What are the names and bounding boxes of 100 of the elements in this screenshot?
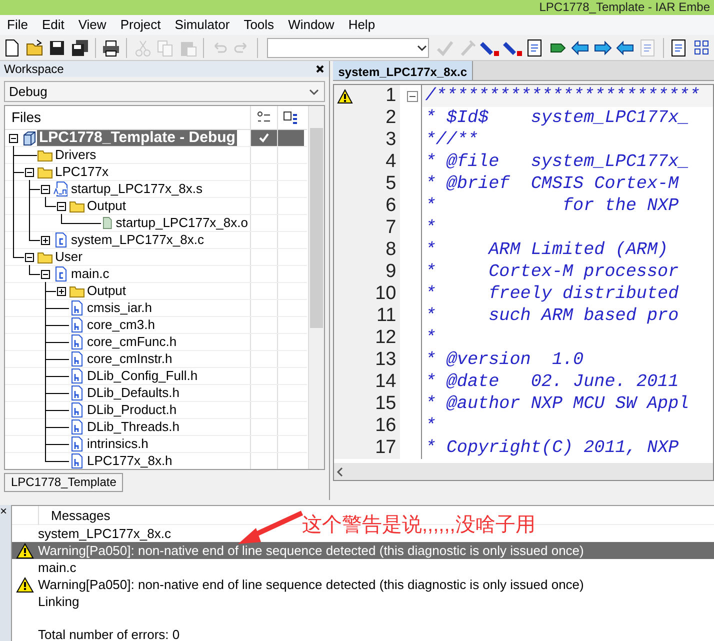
h-file-icon xyxy=(69,317,85,333)
line-number: 4 xyxy=(384,150,396,174)
line-number: 7 xyxy=(384,216,396,240)
tree-item[interactable]: DLib_Defaults.h xyxy=(85,385,182,401)
line-number: 16 xyxy=(374,414,396,438)
h-file-icon xyxy=(69,300,85,316)
line-number: 5 xyxy=(384,172,396,196)
tree-item[interactable]: startup_LPC177x_8x.s xyxy=(69,181,205,197)
line-number: 12 xyxy=(374,326,396,350)
menu-item[interactable]: File xyxy=(0,15,35,35)
code-line: *//** xyxy=(424,129,480,151)
object-file-icon xyxy=(101,215,114,231)
tree-item[interactable]: main.c xyxy=(69,266,112,282)
tree-item[interactable]: Drivers xyxy=(53,147,98,163)
column-header[interactable]: Messages xyxy=(38,506,110,525)
collapse-icon[interactable] xyxy=(40,270,50,278)
close-icon[interactable] xyxy=(315,64,325,74)
code-line: * @date 02. June. 2011 xyxy=(424,371,680,393)
menu-item[interactable]: View xyxy=(71,15,114,35)
line-number: 10 xyxy=(374,282,396,306)
panel-title: Workspace xyxy=(4,61,64,77)
collapse-icon[interactable] xyxy=(24,168,34,176)
code-line: * freely distributed xyxy=(424,283,680,305)
close-button[interactable]: × xyxy=(0,504,8,518)
h-file-icon xyxy=(69,385,85,401)
editor-tab[interactable]: system_LPC177x_8x.c xyxy=(333,61,474,80)
asm-file-icon xyxy=(53,181,69,197)
tree-item[interactable]: DLib_Config_Full.h xyxy=(85,368,200,384)
menu-item[interactable]: Tools xyxy=(236,15,282,35)
code-line: * @brief CMSIS Cortex-M xyxy=(424,173,680,195)
scrollbar[interactable] xyxy=(334,463,713,480)
h-file-icon xyxy=(69,436,85,452)
warning-icon xyxy=(16,576,34,592)
column-header[interactable]: Files xyxy=(12,107,42,128)
tree-item[interactable]: cmsis_iar.h xyxy=(85,300,154,316)
c-file-icon xyxy=(53,266,69,282)
collapse-icon[interactable] xyxy=(24,252,34,262)
message-row[interactable]: Warning[Pa050]: non-native end of line sequence detected (this diagnostic is only issued once) xyxy=(12,542,714,559)
message-row[interactable]: Warning[Pa050]: non-native end of line sequence detected (this diagnostic is only issued once) xyxy=(12,576,584,593)
list-icon[interactable] xyxy=(283,110,299,124)
save-all-icon[interactable] xyxy=(70,38,90,58)
collapse-icon[interactable] xyxy=(56,202,66,210)
code-line: * xyxy=(424,415,437,437)
open-folder-icon[interactable] xyxy=(24,38,45,58)
line-number: 9 xyxy=(384,260,396,284)
window-title: LPC1778_Template - IAR Embe xyxy=(539,0,710,15)
tree-item[interactable]: User xyxy=(53,249,84,265)
scrollbar[interactable] xyxy=(308,106,324,469)
project-cube-icon xyxy=(21,130,37,146)
options-icon[interactable] xyxy=(256,110,272,124)
code-line: * @file system_LPC177x_ xyxy=(424,151,690,173)
line-number: 2 xyxy=(384,106,396,130)
annotation-text: 这个警告是说,,,,,,没啥子用 xyxy=(302,513,536,537)
printer-icon[interactable] xyxy=(101,38,122,58)
expand-icon[interactable] xyxy=(40,236,50,244)
tree-item[interactable]: core_cmInstr.h xyxy=(85,351,174,367)
line-number: 17 xyxy=(374,436,396,460)
tree-item[interactable]: LPC177x xyxy=(53,164,110,180)
tree-item[interactable]: core_cmFunc.h xyxy=(85,334,179,350)
menu-item[interactable]: Simulator xyxy=(168,15,237,35)
tree-item[interactable]: system_LPC177x_8x.c xyxy=(69,232,206,248)
code-line: * Cortex-M processor xyxy=(424,261,680,283)
tree-item[interactable]: DLib_Threads.h xyxy=(85,419,182,435)
h-file-icon xyxy=(69,419,85,435)
code-line: * xyxy=(424,327,437,349)
panel-tab[interactable]: LPC1778_Template xyxy=(4,473,124,492)
h-file-icon xyxy=(69,334,85,350)
menu-item[interactable]: Help xyxy=(341,15,382,35)
code-line: * ARM Limited (ARM) xyxy=(424,239,670,261)
code-line: * @author NXP MCU SW Appl xyxy=(424,393,690,415)
message-row[interactable]: Total number of errors: 0 xyxy=(12,626,180,641)
tree-item[interactable]: intrinsics.h xyxy=(85,436,150,452)
code-line: * $Id$ system_LPC177x_ xyxy=(424,107,690,129)
menu-item[interactable]: Edit xyxy=(34,15,72,35)
code-line: * for the NXP xyxy=(424,195,680,217)
tree-item[interactable]: Output xyxy=(85,283,128,299)
tree-item[interactable]: startup_LPC177x_8x.o xyxy=(114,215,250,231)
code-line: * @version 1.0 xyxy=(424,349,585,371)
tree-item[interactable]: Output xyxy=(85,198,128,214)
fold-icon[interactable] xyxy=(407,90,418,102)
message-row[interactable]: Linking xyxy=(12,593,80,610)
warning-icon xyxy=(16,542,34,558)
menu-item[interactable]: Window xyxy=(281,15,342,35)
line-number: 8 xyxy=(384,238,396,262)
checkmark-icon[interactable] xyxy=(258,132,270,144)
line-number: 3 xyxy=(384,128,396,152)
tree-item[interactable]: LPC177x_8x.h xyxy=(85,453,174,469)
tree-item[interactable]: DLib_Product.h xyxy=(85,402,179,418)
line-number: 1 xyxy=(384,85,396,108)
h-file-icon xyxy=(69,402,85,418)
tree-item[interactable]: core_cm3.h xyxy=(85,317,157,333)
collapse-icon[interactable] xyxy=(40,184,50,194)
expand-icon[interactable] xyxy=(56,286,66,296)
message-row[interactable]: main.c xyxy=(12,559,76,576)
collapse-icon[interactable] xyxy=(8,134,18,142)
menu-item[interactable]: Project xyxy=(113,15,168,35)
configuration-dropdown[interactable]: Debug xyxy=(4,81,325,102)
code-line: * Copyright(C) 2011, NXP xyxy=(424,437,680,459)
message-row[interactable]: system_LPC177x_8x.c xyxy=(12,525,171,542)
tree-item[interactable]: LPC1778_Template - Debug xyxy=(37,130,238,146)
